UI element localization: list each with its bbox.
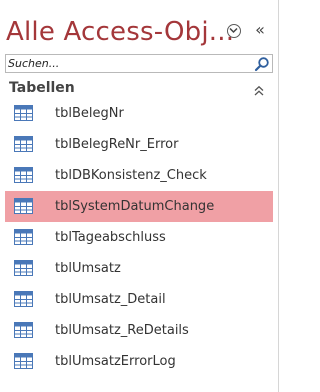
item-label: tblUmsatz_Detail bbox=[55, 292, 166, 307]
table-icon bbox=[14, 260, 33, 276]
search-input[interactable] bbox=[8, 55, 248, 72]
table-icon bbox=[14, 291, 33, 307]
list-item-selected[interactable]: tblSystemDatumChange bbox=[5, 191, 273, 222]
pane-title[interactable]: Alle Access-Obj... bbox=[6, 14, 234, 50]
table-icon bbox=[14, 136, 33, 152]
item-label: tblSystemDatumChange bbox=[55, 199, 215, 214]
search-box[interactable] bbox=[5, 54, 273, 73]
group-label: Tabellen bbox=[9, 80, 75, 96]
item-label: tblBelegNr bbox=[55, 106, 124, 121]
list-item[interactable]: tblUmsatz_ReDetails bbox=[5, 315, 273, 346]
table-icon bbox=[14, 167, 33, 183]
list-item[interactable]: tblUmsatzErrorLog bbox=[5, 346, 273, 377]
item-label: tblUmsatz bbox=[55, 261, 121, 276]
list-item[interactable]: tblBelegReNr_Error bbox=[5, 129, 273, 160]
table-icon bbox=[14, 105, 33, 121]
list-item[interactable]: tblUmsatz bbox=[5, 253, 273, 284]
item-label: tblUmsatz_ReDetails bbox=[55, 323, 189, 338]
table-icon bbox=[14, 229, 33, 245]
list-item[interactable]: tblBelegNr bbox=[5, 98, 273, 129]
double-chevron-up-icon[interactable] bbox=[253, 82, 265, 96]
list-item[interactable]: tblUmsatz_Detail bbox=[5, 284, 273, 315]
collapse-pane-button[interactable]: « bbox=[251, 19, 269, 41]
list-item[interactable]: tblDBKonsistenz_Check bbox=[5, 160, 273, 191]
group-header-tables[interactable]: Tabellen bbox=[5, 78, 273, 98]
table-icon bbox=[14, 322, 33, 338]
item-label: tblDBKonsistenz_Check bbox=[55, 168, 207, 183]
item-label: tblUmsatzErrorLog bbox=[55, 354, 176, 369]
list-item[interactable]: tblTageabschluss bbox=[5, 222, 273, 253]
item-label: tblBelegReNr_Error bbox=[55, 137, 179, 152]
chevron-down-icon[interactable] bbox=[227, 24, 241, 38]
table-icon bbox=[14, 353, 33, 369]
table-icon bbox=[14, 198, 33, 214]
search-icon[interactable] bbox=[254, 56, 270, 72]
navigation-pane: Alle Access-Obj... « Tabellen t bbox=[0, 0, 279, 392]
object-list: tblBelegNr tblBelegReNr_Error tblDBKonsi… bbox=[5, 98, 273, 377]
item-label: tblTageabschluss bbox=[55, 230, 166, 245]
navigation-pane-header[interactable]: Alle Access-Obj... « bbox=[6, 14, 274, 54]
